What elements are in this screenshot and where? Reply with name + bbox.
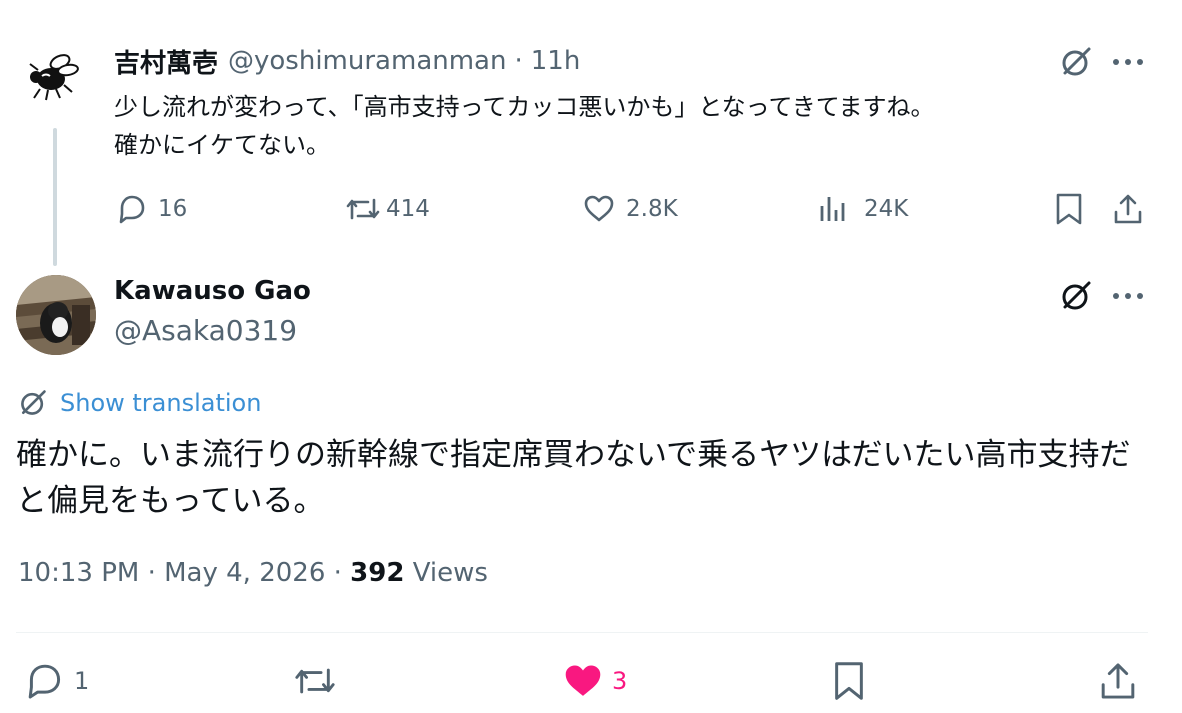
parent-tweet-text: 少し流れが変わって、「高市支持ってカッコ悪いかも」となってきてますね。 確かにイ… <box>114 88 1124 164</box>
reply-grok-button[interactable] <box>1058 278 1094 314</box>
action-bar-divider <box>16 632 1148 633</box>
share-upload-icon <box>1101 663 1135 699</box>
parent-like-button[interactable]: 2.8K <box>582 192 678 226</box>
bookmark-icon <box>835 662 863 700</box>
reply-tweet-text: 確かに。いま流行りの新幹線で指定席買わないで乗るヤツはだいたい高市支持だ と偏見… <box>16 432 1156 524</box>
translate-grok-icon <box>21 390 46 415</box>
parent-repost-button[interactable]: 414 <box>344 192 430 226</box>
reply-more-button[interactable] <box>1110 278 1146 314</box>
heart-icon <box>584 195 614 222</box>
parent-grok-button[interactable] <box>1058 44 1094 80</box>
parent-bookmark-button[interactable] <box>1054 192 1084 226</box>
parent-tweet-header: 吉村萬壱 @yoshimuramanman · 11h <box>114 42 580 80</box>
reply-text-line-2: と偏見をもっている。 <box>16 483 325 519</box>
reply-text-line-1: 確かに。いま流行りの新幹線で指定席買わないで乗るヤツはだいたい高市支持だ <box>16 437 1131 473</box>
repost-arrows-icon <box>295 668 335 694</box>
repost-arrows-icon <box>346 198 380 220</box>
more-dots-icon <box>1113 293 1143 299</box>
reply-reply-button[interactable]: 1 <box>24 660 89 702</box>
reply-time[interactable]: 10:13 PM <box>18 558 139 588</box>
reply-views-label: Views <box>412 558 488 588</box>
parent-reply-count: 16 <box>158 196 188 222</box>
parent-views-button[interactable]: 24K <box>816 192 908 226</box>
fly-avatar-icon <box>29 54 79 101</box>
reply-bubble-icon <box>119 195 145 224</box>
analytics-bars-icon <box>820 197 845 221</box>
show-translation-label[interactable]: Show translation <box>60 389 261 417</box>
parent-more-button[interactable] <box>1110 44 1146 80</box>
reply-repost-button[interactable] <box>292 660 338 702</box>
parent-like-count: 2.8K <box>626 196 678 222</box>
grok-slash-circle-icon <box>1062 281 1091 310</box>
reply-handle[interactable]: @Asaka0319 <box>114 314 297 347</box>
more-dots-icon <box>1113 59 1143 65</box>
parent-share-button[interactable] <box>1112 192 1144 226</box>
reply-views-count: 392 <box>350 558 405 588</box>
parent-header-separator: · <box>514 46 523 76</box>
reply-bookmark-button[interactable] <box>830 660 868 702</box>
cat-photo-avatar <box>16 275 96 355</box>
parent-reply-button[interactable]: 16 <box>114 192 187 226</box>
reply-like-button[interactable]: 3 <box>562 660 627 702</box>
reply-avatar[interactable] <box>16 275 96 355</box>
reply-date[interactable]: May 4, 2026 <box>164 558 325 588</box>
parent-time-ago[interactable]: 11h <box>531 46 581 76</box>
reply-meta-line: 10:13 PM · May 4, 2026 · 392 Views <box>18 558 488 588</box>
parent-text-line-1: 少し流れが変わって、「高市支持ってカッコ悪いかも」となってきてますね。 <box>114 93 935 121</box>
reply-share-button[interactable] <box>1098 660 1138 702</box>
parent-avatar[interactable] <box>20 40 86 106</box>
show-translation-link[interactable]: Show translation <box>18 388 261 418</box>
meta-dot-2: · <box>333 558 342 588</box>
reply-like-count: 3 <box>612 667 628 695</box>
parent-handle[interactable]: @yoshimuramanman <box>228 46 506 76</box>
parent-repost-count: 414 <box>386 196 430 222</box>
bookmark-icon <box>1056 193 1082 225</box>
thread-connector-line <box>53 128 57 266</box>
reply-bubble-icon <box>28 664 61 699</box>
parent-display-name[interactable]: 吉村萬壱 <box>114 43 218 80</box>
share-upload-icon <box>1114 194 1142 224</box>
reply-display-name[interactable]: Kawauso Gao <box>114 276 311 306</box>
heart-filled-icon <box>565 665 601 696</box>
meta-dot-1: · <box>147 558 156 588</box>
reply-reply-count: 1 <box>74 667 90 695</box>
parent-views-count: 24K <box>864 196 909 222</box>
grok-slash-circle-icon <box>1062 47 1091 76</box>
parent-text-line-2: 確かにイケてない。 <box>114 131 330 159</box>
